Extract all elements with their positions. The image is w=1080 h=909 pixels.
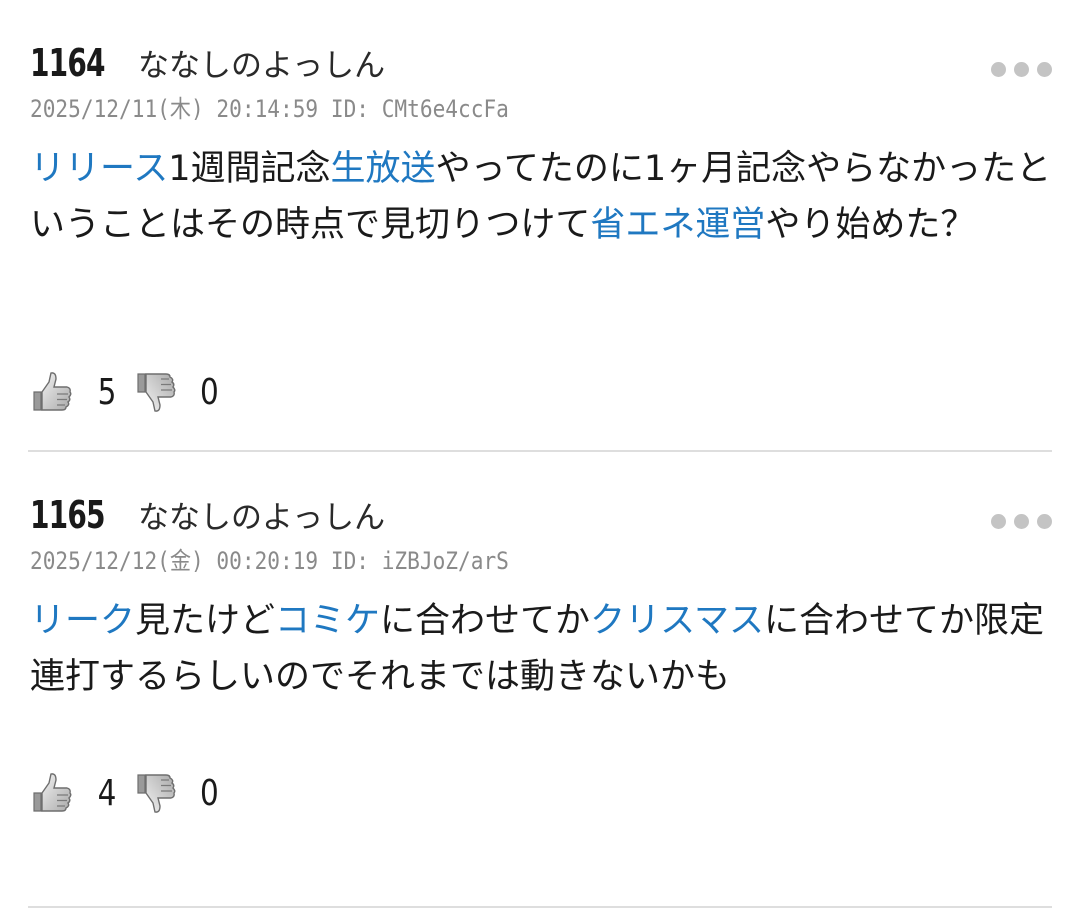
post-header: 1165 ななしのよっしん [30,492,385,537]
like-count: 4 [97,772,117,814]
more-options-button[interactable] [991,514,1052,529]
poster-name: ななしのよっしん [138,48,386,84]
keyword-link[interactable]: リリース [30,149,168,189]
keyword-link[interactable]: リーク [30,601,135,641]
vote-bar: 4 0 [30,767,221,819]
post-number[interactable]: 1165 [30,493,106,537]
post-body: リリース1週間記念生放送やってたのに1ヶ月記念やらなかったということはその時点で… [30,141,1060,253]
post-divider [28,906,1052,908]
body-text: に合わせてか [380,601,591,641]
comment-post: 1164 ななしのよっしん 2025/12/11(木) 20:14:59 ID:… [0,0,1080,451]
more-dots-icon [991,62,1006,77]
post-meta: 2025/12/11(木) 20:14:59 ID: CMt6e4ccFa [30,95,509,123]
thumbs-up-icon[interactable] [30,771,74,815]
thumbs-down-icon[interactable] [134,370,178,414]
more-dots-icon [1037,514,1052,529]
body-text: 見たけど [135,601,276,641]
keyword-link[interactable]: 省エネ運営 [590,205,765,245]
vote-bar: 5 0 [30,366,221,418]
keyword-link[interactable]: クリスマス [590,601,764,641]
thumbs-down-icon[interactable] [134,771,178,815]
body-text: やり始めた？ [765,205,976,245]
more-dots-icon [1037,62,1052,77]
post-header: 1164 ななしのよっしん [30,40,385,85]
thumbs-up-icon[interactable] [30,370,74,414]
more-dots-icon [991,514,1006,529]
body-text: 1週間記念 [168,149,331,189]
post-number[interactable]: 1164 [30,41,106,85]
post-body: リーク見たけどコミケに合わせてかクリスマスに合わせてか限定連打するらしいのでそれ… [30,593,1060,705]
keyword-link[interactable]: コミケ [275,601,380,641]
poster-name: ななしのよっしん [138,500,386,536]
keyword-link[interactable]: 生放送 [331,149,436,189]
more-dots-icon [1014,62,1029,77]
more-options-button[interactable] [991,62,1052,77]
post-meta: 2025/12/12(金) 00:20:19 ID: iZBJoZ/arS [30,547,509,575]
more-dots-icon [1014,514,1029,529]
dislike-count: 0 [200,371,219,413]
comment-post: 1165 ななしのよっしん 2025/12/12(金) 00:20:19 ID:… [0,452,1080,907]
dislike-count: 0 [200,772,219,814]
like-count: 5 [97,371,117,413]
